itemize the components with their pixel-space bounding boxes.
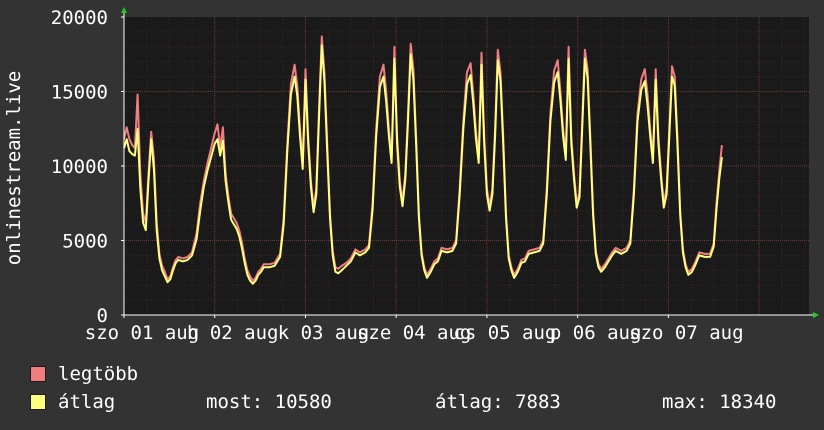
legend-max: legtöbb [30,363,138,385]
y-tick-label: 5000 [62,231,108,253]
y-tick-label: 20000 [51,7,108,29]
x-tick-label: cs 05 aug [453,322,556,344]
legend-avg-label: átlag [58,391,116,413]
legend-avg-swatch [30,394,46,410]
x-tick-label: h 02 aug [187,322,279,344]
grid [124,17,809,315]
y-axis-arrow [121,7,127,13]
x-tick-label: szo 07 aug [629,322,743,344]
x-tick-label: p 06 aug [550,322,642,344]
y-tick-label: 15000 [51,82,108,104]
y-tick-labels: 05000100001500020000 [51,7,124,327]
y-tick-label: 10000 [51,156,108,178]
x-axis-arrow [813,312,819,318]
stat-avg: átlag: 7883 [435,391,561,413]
stat-max: max: 18340 [662,391,777,413]
stat-now: most: 10580 [206,391,332,413]
legend-avg: átlag [30,391,115,413]
y-axis-label: onlinestream.live [3,71,25,265]
x-tick-labels: szo 01 augh 02 aug k 03 augsze 04 augcs 0… [85,315,744,344]
legend-max-label: legtöbb [58,363,139,385]
legend-max-swatch [30,366,46,382]
x-tick-label: k 03 aug [278,322,370,344]
x-tick-label: szo 01 aug [85,322,199,344]
